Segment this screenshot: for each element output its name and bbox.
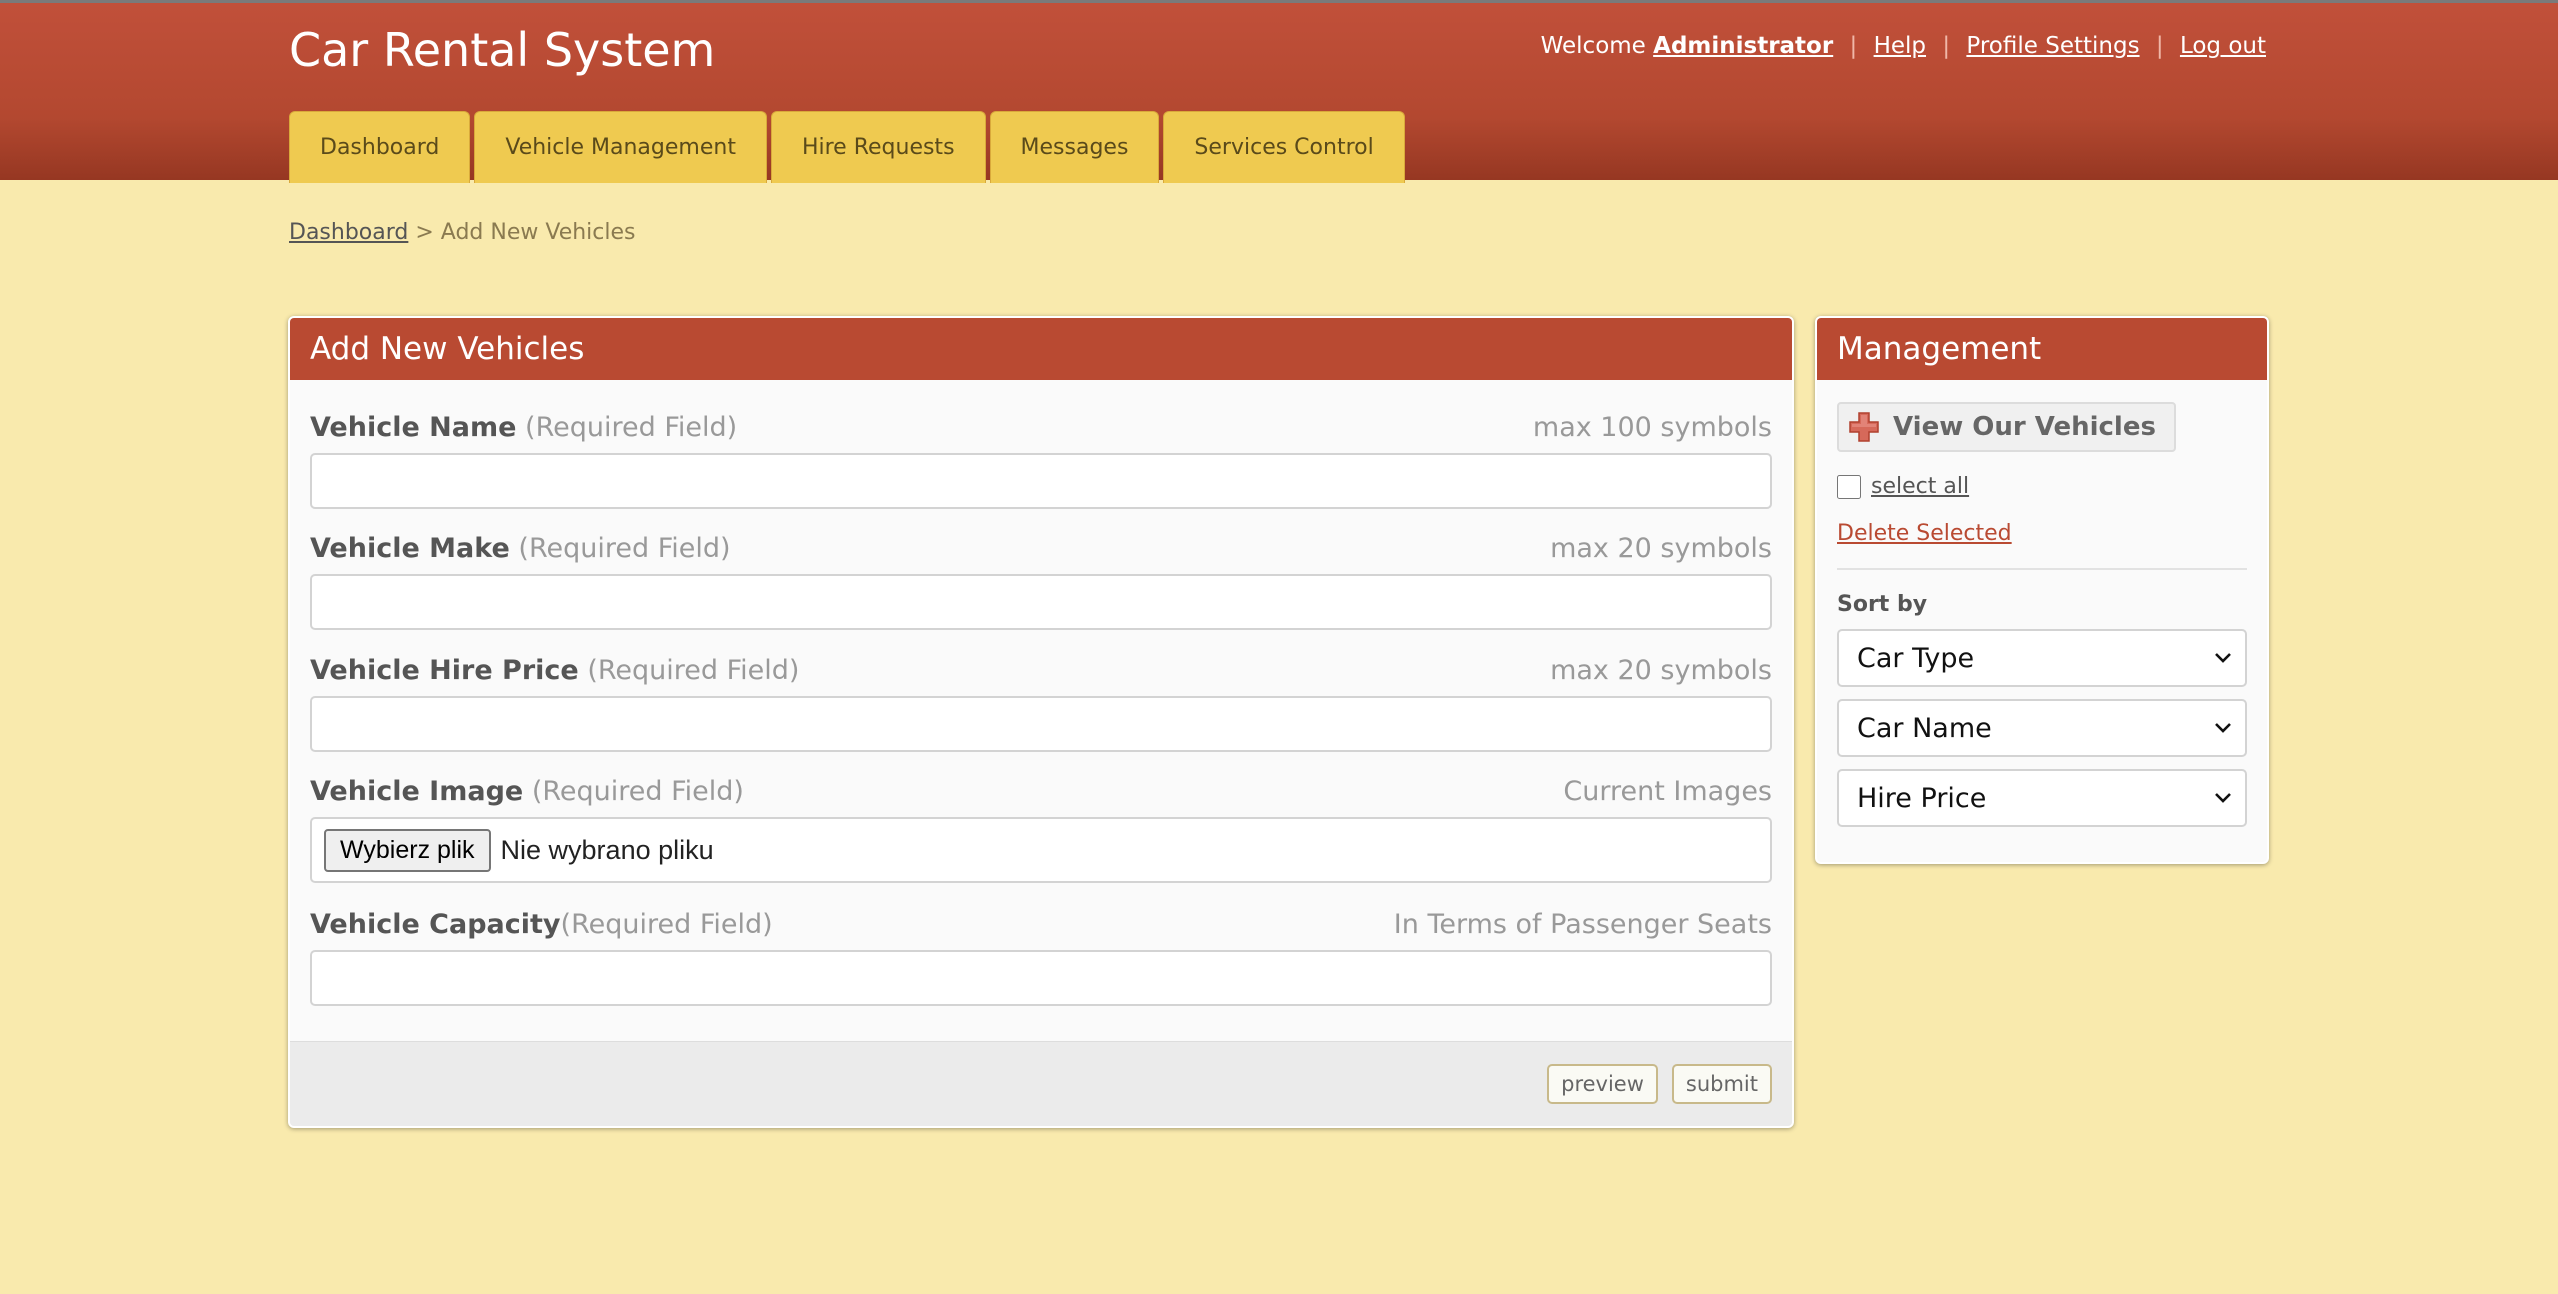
field-label: Vehicle Name <box>310 412 517 443</box>
vehicle-hire-price-input[interactable] <box>310 696 1772 752</box>
select-all-checkbox[interactable] <box>1837 474 1861 499</box>
vehicle-name-input[interactable] <box>310 453 1772 509</box>
field-hint: max 100 symbols <box>1532 412 1772 443</box>
nav-separator: | <box>1942 33 1951 59</box>
tab-dashboard[interactable]: Dashboard <box>289 111 471 183</box>
select-all-row: select all <box>1837 474 2247 499</box>
app-title: Car Rental System <box>289 23 716 77</box>
sort-by-label: Sort by <box>1837 592 1928 617</box>
user-nav: Welcome Administrator | Help | Profile S… <box>1541 33 2266 59</box>
sort-car-name-select[interactable]: Car Name <box>1837 699 2247 757</box>
chevron-down-icon <box>2215 653 2231 663</box>
chevron-down-icon <box>2215 723 2231 733</box>
field-hint: In Terms of Passenger Seats <box>1393 909 1772 940</box>
tab-services-control[interactable]: Services Control <box>1163 111 1405 183</box>
field-label: Vehicle Make <box>310 533 510 564</box>
divider <box>1837 568 2247 570</box>
preview-button[interactable]: preview <box>1547 1064 1658 1104</box>
help-link[interactable]: Help <box>1874 33 1926 59</box>
view-our-vehicles-button[interactable]: View Our Vehicles <box>1837 402 2176 452</box>
select-value: Car Name <box>1857 712 1992 744</box>
vehicle-make-input[interactable] <box>310 574 1772 630</box>
profile-settings-link[interactable]: Profile Settings <box>1966 33 2139 59</box>
breadcrumb-dashboard-link[interactable]: Dashboard <box>289 220 408 245</box>
required-note: (Required Field) <box>587 655 800 686</box>
select-value: Car Type <box>1857 642 1975 674</box>
field-hint: max 20 symbols <box>1550 655 1772 686</box>
field-hint: Current Images <box>1563 776 1772 807</box>
tab-hire-requests[interactable]: Hire Requests <box>770 111 986 183</box>
form-footer: preview submit <box>290 1041 1792 1126</box>
file-status-text: Nie wybrano pliku <box>500 834 714 865</box>
chevron-down-icon <box>2215 793 2231 803</box>
vehicle-make-field: Vehicle Make (Required Field) max 20 sym… <box>310 533 1772 630</box>
plus-icon <box>1849 412 1879 442</box>
required-note: (Required Field) <box>560 909 773 940</box>
header: Car Rental System Welcome Administrator … <box>0 0 2558 183</box>
vehicle-capacity-input[interactable] <box>310 950 1772 1006</box>
vehicle-capacity-field: Vehicle Capacity(Required Field) In Term… <box>310 909 1772 1006</box>
tab-vehicle-management[interactable]: Vehicle Management <box>474 111 767 183</box>
panel-title: Management <box>1817 318 2267 380</box>
submit-button[interactable]: submit <box>1671 1064 1772 1104</box>
vehicle-image-file-input[interactable]: Wybierz plik Nie wybrano pliku <box>310 817 1772 883</box>
field-label: Vehicle Capacity <box>310 909 561 940</box>
breadcrumb-separator: > <box>415 220 434 245</box>
field-label: Vehicle Hire Price <box>310 655 579 686</box>
logout-link[interactable]: Log out <box>2180 33 2266 59</box>
username-link[interactable]: Administrator <box>1653 33 1833 59</box>
breadcrumb-current: Add New Vehicles <box>440 220 636 245</box>
vehicle-name-field: Vehicle Name (Required Field) max 100 sy… <box>310 412 1772 509</box>
select-all-link[interactable]: select all <box>1871 474 1969 499</box>
required-note: (Required Field) <box>518 533 731 564</box>
delete-selected-link[interactable]: Delete Selected <box>1837 521 2012 546</box>
required-note: (Required Field) <box>525 412 738 443</box>
sort-hire-price-select[interactable]: Hire Price <box>1837 769 2247 827</box>
tab-messages[interactable]: Messages <box>989 111 1160 183</box>
main-tabs: Dashboard Vehicle Management Hire Reques… <box>289 111 1405 183</box>
select-value: Hire Price <box>1857 782 1987 814</box>
welcome-text: Welcome <box>1540 33 1646 59</box>
nav-separator: | <box>1849 33 1858 59</box>
breadcrumb: Dashboard > Add New Vehicles <box>289 220 636 245</box>
panel-title: Add New Vehicles <box>290 318 1792 380</box>
vehicle-hire-price-field: Vehicle Hire Price (Required Field) max … <box>310 655 1772 752</box>
view-our-vehicles-label: View Our Vehicles <box>1893 412 2156 442</box>
sort-car-type-select[interactable]: Car Type <box>1837 629 2247 687</box>
vehicle-image-field: Vehicle Image (Required Field) Current I… <box>310 776 1772 883</box>
nav-separator: | <box>2155 33 2164 59</box>
required-note: (Required Field) <box>531 776 744 807</box>
field-label: Vehicle Image <box>310 776 524 807</box>
choose-file-button[interactable]: Wybierz plik <box>324 828 491 872</box>
management-panel: Management View Our Vehicles select all … <box>1815 316 2269 864</box>
field-hint: max 20 symbols <box>1550 533 1772 564</box>
add-vehicle-panel: Add New Vehicles Vehicle Name (Required … <box>288 316 1794 1128</box>
